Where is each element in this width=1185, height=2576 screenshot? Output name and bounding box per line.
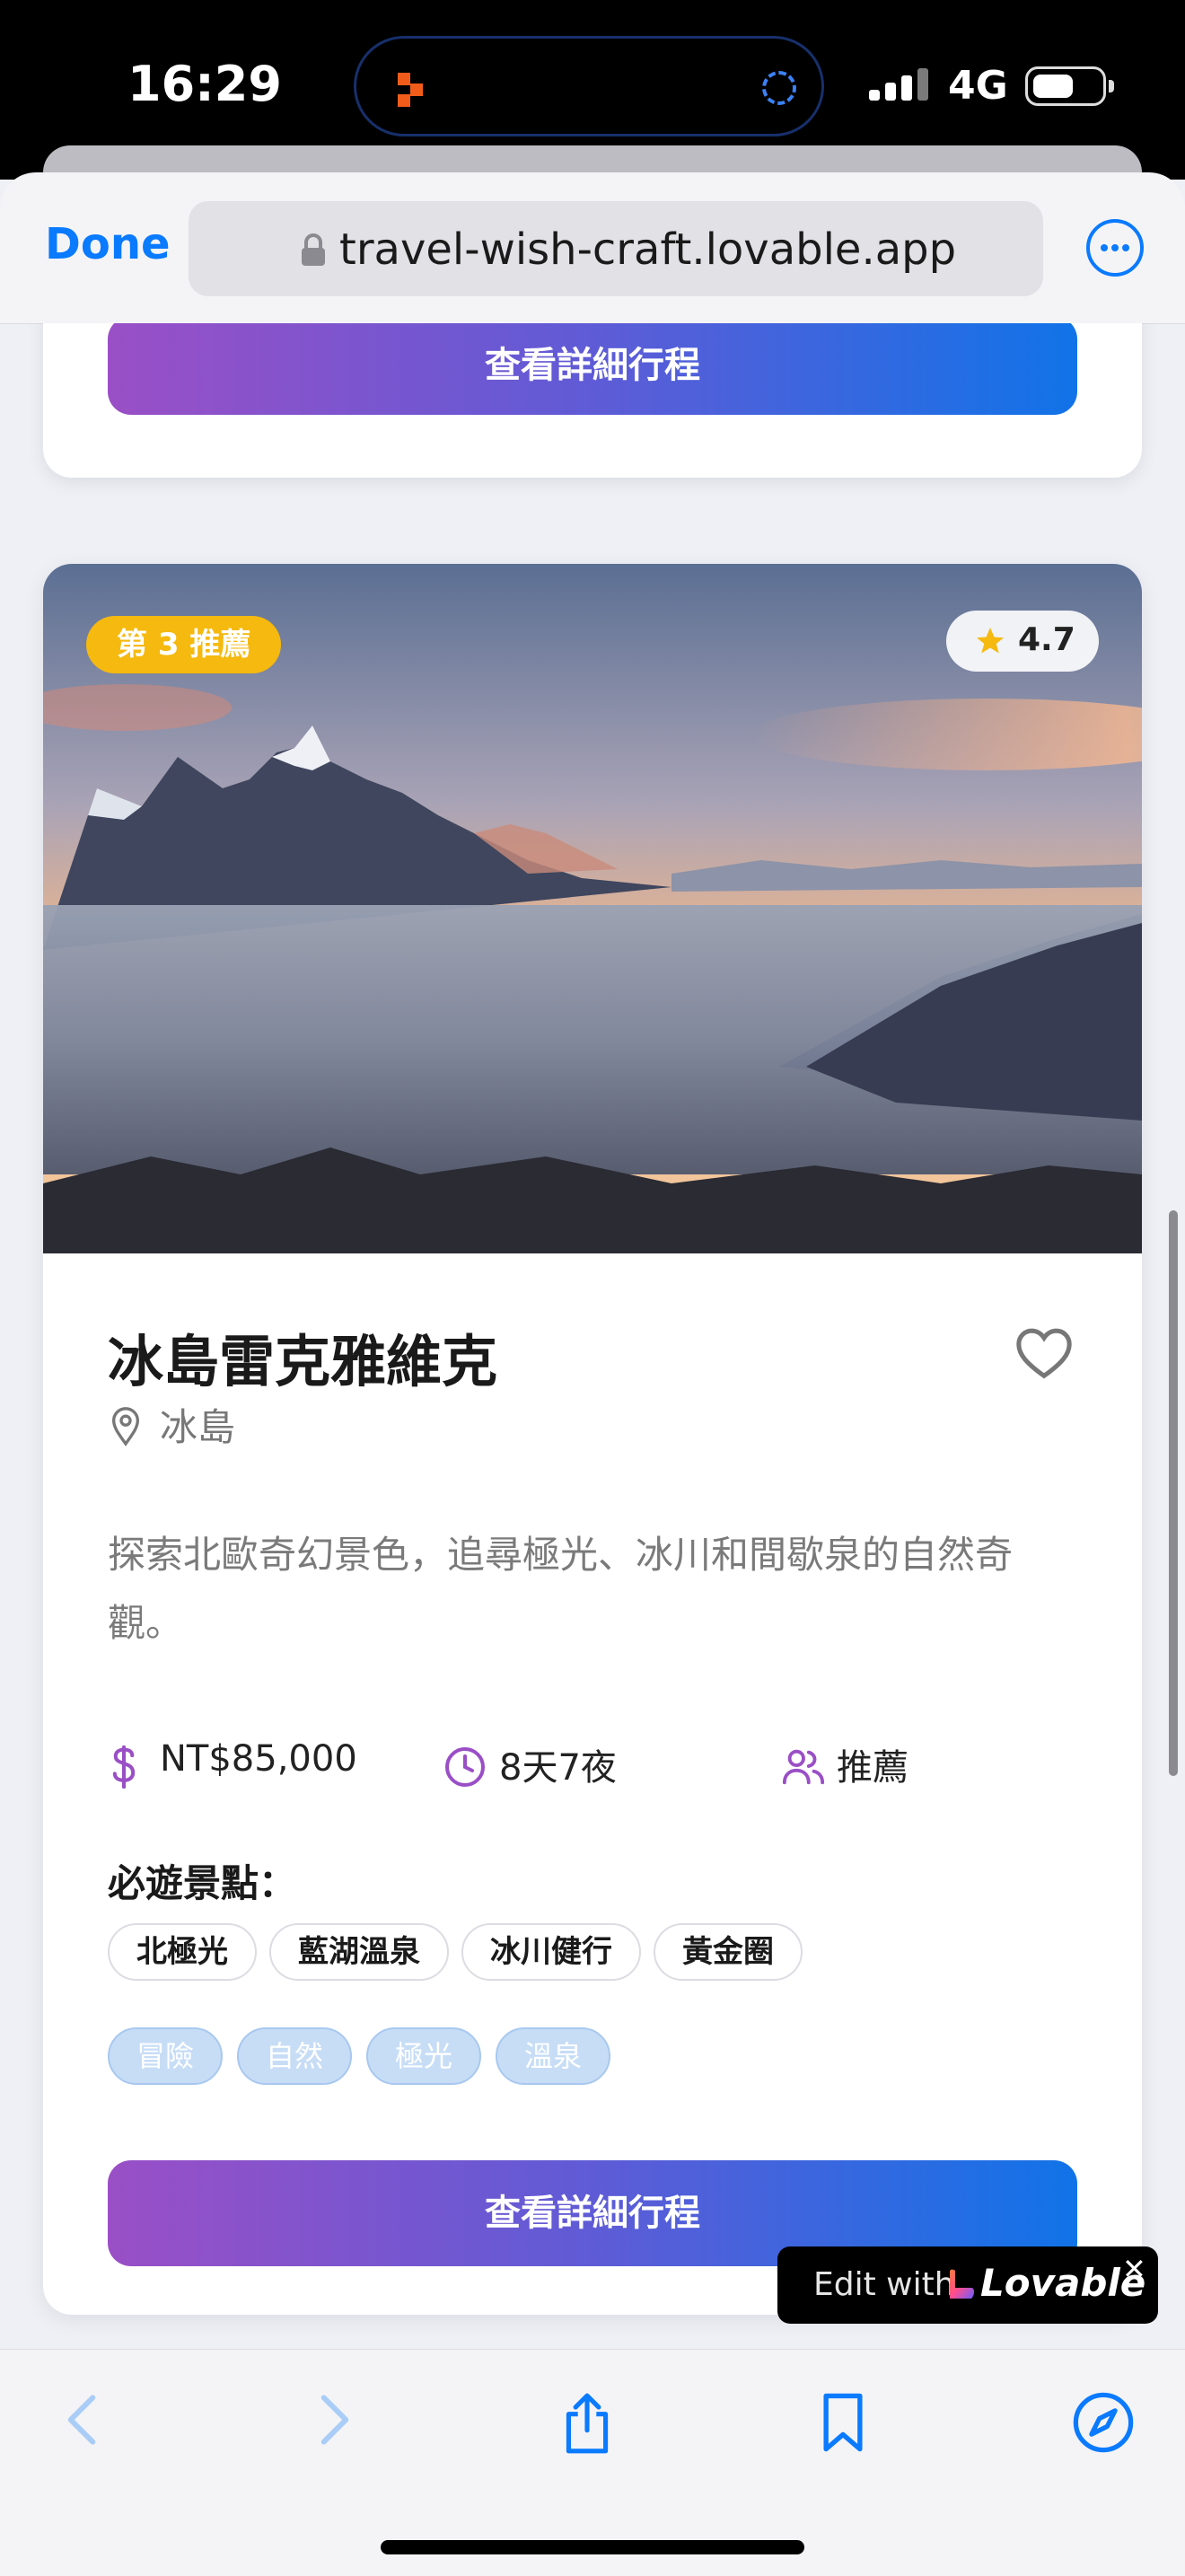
tag-pill: 冒險 <box>108 2027 224 2085</box>
must-see-chip: 北極光 <box>108 1923 257 1981</box>
dynamic-island <box>354 36 824 136</box>
rank-badge: 第 3 推薦 <box>86 616 282 673</box>
network-type: 4G <box>948 63 1008 109</box>
rating-value: 4.7 <box>1018 621 1075 658</box>
lock-icon <box>302 233 325 266</box>
page-scrollbar[interactable] <box>1169 1210 1178 1776</box>
star-icon <box>977 628 1004 654</box>
audience-text: 推薦 <box>837 1747 908 1789</box>
cellular-signal-icon <box>869 68 928 101</box>
tag-pill: 自然 <box>237 2027 353 2085</box>
map-pin-icon <box>111 1407 140 1446</box>
battery-icon <box>1025 66 1114 106</box>
edit-with-lovable-badge[interactable]: Edit with Lovable ✕ <box>777 2246 1158 2324</box>
url-text: travel-wish-craft.lovable.app <box>339 224 957 275</box>
previous-destination-card: 查看詳細行程 <box>43 323 1142 478</box>
duration-text: 8天7夜 <box>499 1747 617 1789</box>
status-time: 16:29 <box>127 56 282 112</box>
tag-list: 冒險 自然 極光 溫泉 <box>108 2027 611 2085</box>
forward-icon[interactable] <box>312 2391 357 2449</box>
edit-with-label: Edit with <box>813 2266 955 2303</box>
must-see-list: 北極光 藍湖溫泉 冰川健行 黃金圈 <box>108 1923 803 1981</box>
destination-title: 冰島雷克雅維克 <box>108 1329 498 1394</box>
rating-badge: 4.7 <box>946 611 1099 672</box>
share-icon[interactable] <box>558 2391 616 2456</box>
clock-icon <box>445 1747 485 1787</box>
browser-toolbar <box>0 2349 1185 2576</box>
destination-photo: 第 3 推薦 4.7 <box>43 564 1142 1253</box>
lovable-logo-icon <box>950 2269 974 2299</box>
battery-level <box>1033 75 1073 98</box>
view-itinerary-button-previous[interactable]: 查看詳細行程 <box>108 323 1077 415</box>
page-content: 查看詳細行程 第 3 推薦 4.7 冰島雷克雅維克 冰島 探索北歐奇幻景色，追尋… <box>0 323 1185 2349</box>
address-bar[interactable]: travel-wish-craft.lovable.app <box>189 201 1043 296</box>
done-button[interactable]: Done <box>45 219 171 269</box>
tag-pill: 溫泉 <box>496 2027 611 2085</box>
must-see-chip: 藍湖溫泉 <box>269 1923 449 1981</box>
users-icon <box>782 1749 825 1785</box>
price-text: NT$85,000 <box>160 1738 357 1780</box>
heart-icon[interactable] <box>1013 1325 1075 1381</box>
destination-card: 第 3 推薦 4.7 冰島雷克雅維克 冰島 探索北歐奇幻景色，追尋極光、冰川和間… <box>43 564 1142 2315</box>
must-see-chip: 黃金圈 <box>654 1923 803 1981</box>
home-indicator <box>381 2540 804 2554</box>
bookmark-icon[interactable] <box>817 2391 869 2454</box>
lovable-brand: Lovable <box>980 2261 1146 2305</box>
tag-pill: 極光 <box>366 2027 482 2085</box>
must-see-label: 必遊景點： <box>108 1861 297 1905</box>
must-see-chip: 冰川健行 <box>461 1923 641 1981</box>
app-activity-icon <box>398 73 423 107</box>
back-icon[interactable] <box>59 2391 104 2449</box>
close-icon[interactable]: ✕ <box>1122 2252 1146 2286</box>
compass-icon[interactable] <box>1072 2391 1135 2454</box>
destination-description: 探索北歐奇幻景色，追尋極光、冰川和間歇泉的自然奇觀。 <box>108 1533 1014 1645</box>
destination-location: 冰島 <box>160 1405 236 1449</box>
browser-header: Done travel-wish-craft.lovable.app <box>0 172 1185 324</box>
dollar-icon <box>112 1745 136 1789</box>
loading-spinner-icon <box>762 71 796 105</box>
more-options-icon[interactable] <box>1086 219 1144 277</box>
